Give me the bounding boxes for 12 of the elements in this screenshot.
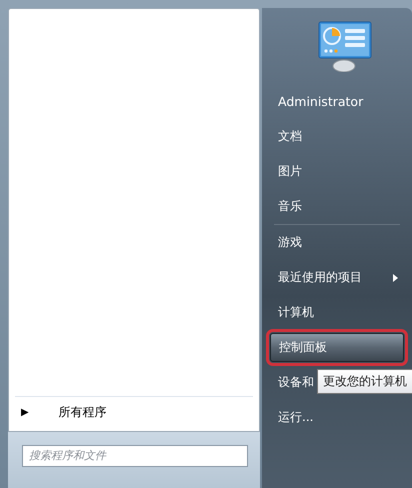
- search-field[interactable]: 搜索程序和文件: [22, 445, 248, 467]
- start-menu-item[interactable]: 图片: [270, 154, 310, 189]
- start-menu-item[interactable]: 文档: [270, 119, 310, 154]
- start-menu-item[interactable]: 运行...: [270, 400, 322, 435]
- all-programs-item[interactable]: ▶ 所有程序: [9, 397, 259, 431]
- tooltip: 更改您的计算机: [317, 369, 412, 394]
- start-menu-item[interactable]: 游戏: [270, 225, 310, 260]
- start-menu-item[interactable]: 计算机: [270, 295, 322, 330]
- start-menu-item[interactable]: 音乐: [270, 189, 310, 224]
- start-menu-item[interactable]: 最近使用的项目: [270, 260, 406, 295]
- caret-icon: [393, 274, 398, 282]
- user-name-item[interactable]: Administrator: [270, 84, 406, 119]
